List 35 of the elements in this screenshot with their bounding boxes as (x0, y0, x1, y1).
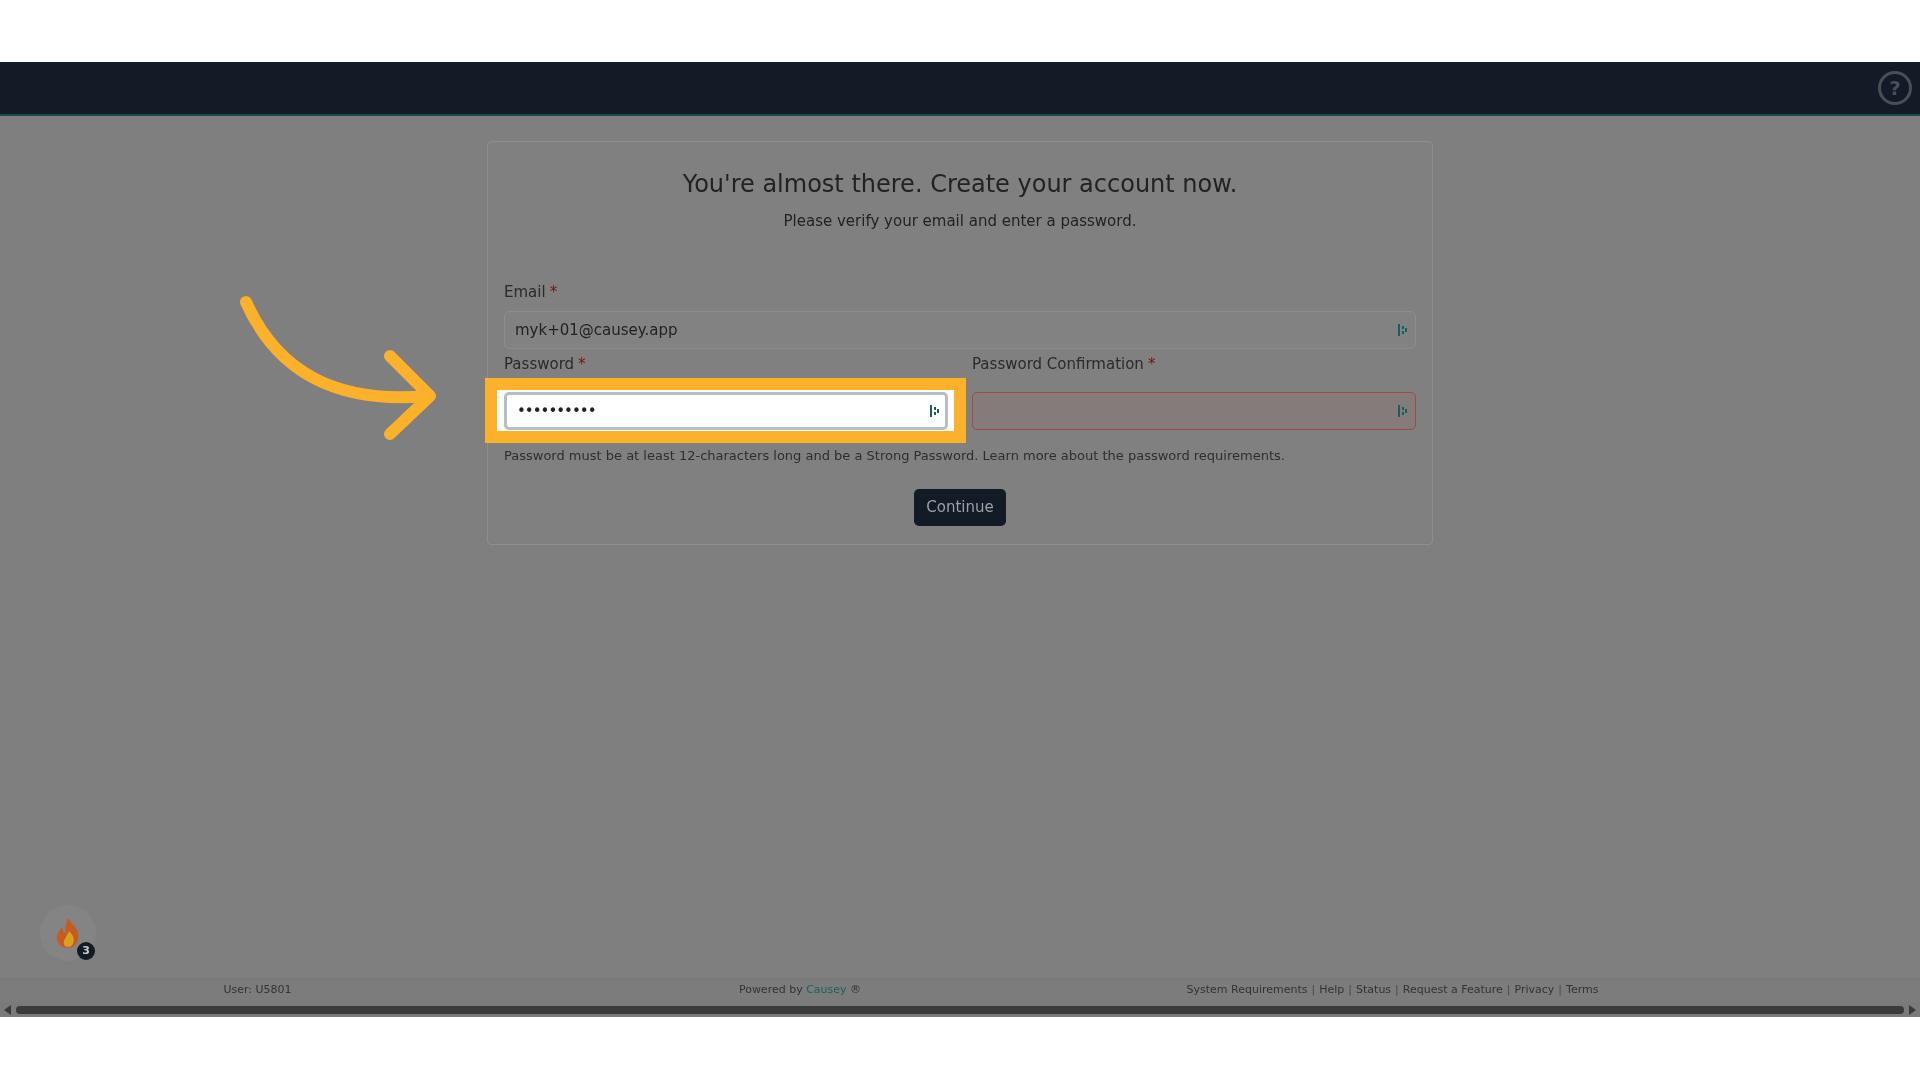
bars-icon (1398, 404, 1408, 417)
link-separator: | (1506, 981, 1511, 998)
link-separator: | (1311, 981, 1316, 998)
footer-link[interactable]: Status (1356, 981, 1392, 999)
link-separator: | (1558, 981, 1563, 998)
user-id: User: U5801 (223, 982, 292, 996)
registered-mark: ® (850, 982, 862, 996)
page-title: You're almost there. Create your account now. (681, 169, 1239, 200)
causey-link[interactable]: Causey (806, 982, 847, 996)
email-field[interactable]: myk+01@causey.app (504, 311, 1416, 349)
required-mark: * (549, 282, 558, 301)
password-field[interactable]: •••••••••• (504, 391, 948, 430)
scroll-left-icon[interactable] (4, 1005, 12, 1015)
notification-avatar[interactable]: 3 (40, 905, 96, 961)
field-label: Email (504, 282, 546, 301)
required-mark: * (578, 355, 586, 373)
password-help-text: Password must be at least 12-characters long and be a Strong Password. Learn more about the password requirements. (504, 446, 1286, 465)
powered-by-text: Powered by (738, 982, 803, 996)
notification-badge: 3 (77, 942, 95, 960)
bars-icon (930, 404, 940, 417)
field-label: Password Confirmation (972, 355, 1144, 373)
footer-link[interactable]: System Requirements (1186, 981, 1308, 999)
footer-link[interactable]: Request a Feature (1402, 981, 1503, 999)
scroll-right-icon[interactable] (1908, 1005, 1916, 1015)
continue-button[interactable]: Continue (914, 489, 1006, 526)
footer-link[interactable]: Privacy (1514, 981, 1555, 999)
required-mark: * (1147, 355, 1156, 373)
subtitle: Please verify your email and enter a password. (782, 211, 1138, 232)
footer-link[interactable]: Terms (1566, 981, 1599, 999)
field-label: Password (504, 355, 575, 373)
link-separator: | (1395, 981, 1399, 998)
bars-icon (1398, 324, 1408, 336)
footer-link[interactable]: Help (1319, 981, 1345, 999)
help-icon[interactable]: ? (1878, 71, 1912, 105)
link-separator: | (1348, 981, 1353, 998)
